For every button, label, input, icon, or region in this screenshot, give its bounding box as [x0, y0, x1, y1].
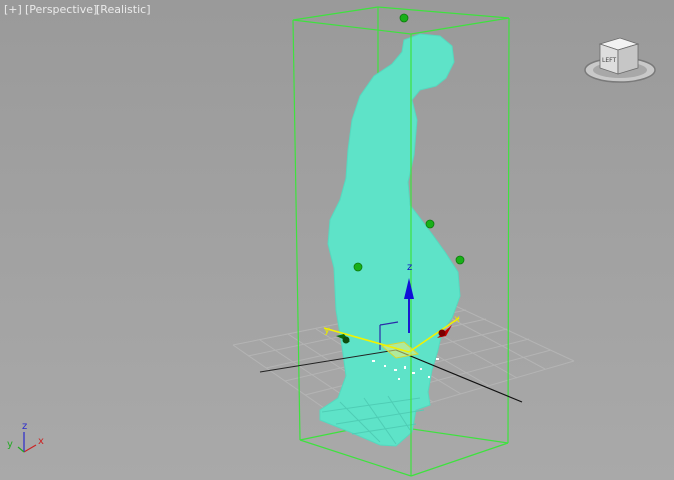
- viewport-shading-menu[interactable]: [Realistic]: [96, 3, 151, 16]
- perspective-viewport[interactable]: z y x LEFT x y z [+] [Perspective] [Real…: [0, 0, 674, 480]
- viewport-scene[interactable]: z y x LEFT x y z: [0, 0, 674, 480]
- gizmo-z-label: z: [407, 262, 412, 273]
- viewport-view-menu[interactable]: [Perspective]: [25, 3, 97, 16]
- view-cube-face-label: LEFT: [602, 57, 616, 64]
- view-cube-icon[interactable]: LEFT: [584, 37, 656, 83]
- tripod-y-label: y: [7, 439, 13, 450]
- gizmo-y-label: y: [324, 325, 330, 336]
- sculpture-mesh[interactable]: [319, 33, 461, 447]
- viewport-maximize-menu[interactable]: [+]: [4, 3, 22, 16]
- tripod-z-label: z: [22, 421, 27, 432]
- gizmo-x-label: x: [454, 314, 460, 325]
- tripod-x-label: x: [38, 436, 44, 447]
- axis-tripod-icon: x y z: [7, 421, 44, 453]
